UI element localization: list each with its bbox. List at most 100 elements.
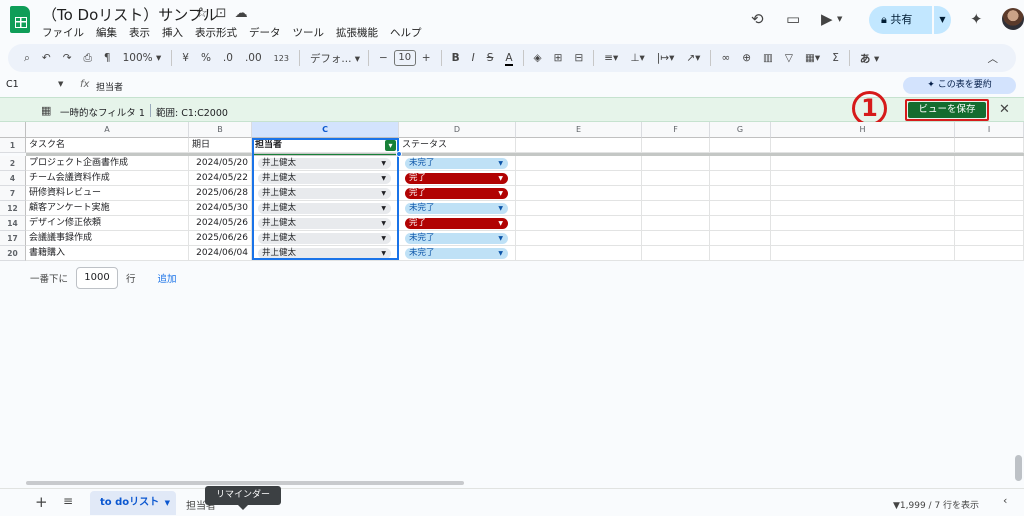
fill-color-icon[interactable]: ◈ — [528, 52, 548, 64]
status-chip[interactable]: 未完了 ▼ — [405, 203, 508, 214]
row-count-status[interactable]: ▼1,999 / 7 行を表示 — [893, 498, 979, 511]
column-header-c[interactable]: C — [252, 122, 399, 138]
chip-dropdown-icon[interactable]: ▼ — [498, 188, 503, 199]
sheets-logo-icon[interactable] — [10, 6, 30, 33]
table-cell[interactable] — [516, 216, 642, 231]
chip-dropdown-icon[interactable]: ▼ — [498, 233, 503, 244]
italic-icon[interactable]: I — [466, 52, 481, 64]
table-cell[interactable] — [516, 246, 642, 261]
table-cell[interactable]: 井上健太 ▼ — [252, 186, 399, 201]
table-cell[interactable]: 2024/05/22 — [189, 171, 252, 186]
table-cell[interactable]: 顧客アンケート実施 — [26, 201, 189, 216]
table-cell[interactable]: 完了 ▼ — [399, 186, 516, 201]
cloud-status-icon[interactable]: ☁ — [235, 6, 248, 21]
select-all-corner[interactable] — [0, 122, 26, 138]
cell-b1[interactable]: 期日 — [189, 138, 252, 153]
owner-chip[interactable]: 井上健太 ▼ — [258, 173, 391, 184]
status-chip[interactable]: 完了 ▼ — [405, 188, 508, 199]
font-family-select[interactable]: デフォ... ▾ — [304, 51, 364, 66]
table-cell[interactable]: 井上健太 ▼ — [252, 201, 399, 216]
table-cell[interactable] — [771, 201, 955, 216]
meet-icon[interactable]: ▶ — [821, 10, 833, 28]
cell-d1[interactable]: ステータス — [399, 138, 516, 153]
table-cell[interactable] — [642, 201, 710, 216]
filter-range[interactable]: 範囲: C1:C2000 — [150, 104, 228, 119]
sheet-tab-dropdown-icon[interactable]: ▼ — [165, 491, 170, 515]
table-cell[interactable] — [642, 231, 710, 246]
chip-dropdown-icon[interactable]: ▼ — [381, 248, 386, 259]
table-cell[interactable]: チーム会議資料作成 — [26, 171, 189, 186]
vertical-align-icon[interactable]: ⊥▾ — [624, 52, 650, 64]
table-cell[interactable] — [771, 186, 955, 201]
table-cell[interactable] — [642, 186, 710, 201]
vertical-scrollbar[interactable] — [1015, 455, 1022, 481]
table-cell[interactable] — [516, 156, 642, 171]
history-icon[interactable]: ⟲ — [751, 10, 764, 28]
add-sheet-icon[interactable]: + — [35, 493, 48, 511]
table-cell[interactable] — [955, 186, 1024, 201]
status-chip[interactable]: 未完了 ▼ — [405, 248, 508, 259]
table-cell[interactable]: 研修資料レビュー — [26, 186, 189, 201]
table-cell[interactable] — [642, 216, 710, 231]
table-cell[interactable]: 2025/06/26 — [189, 231, 252, 246]
owner-chip[interactable]: 井上健太 ▼ — [258, 218, 391, 229]
merge-cells-icon[interactable]: ⊟ — [568, 52, 589, 64]
table-cell[interactable] — [771, 156, 955, 171]
row-header[interactable]: 17 — [0, 231, 26, 246]
chip-dropdown-icon[interactable]: ▼ — [498, 158, 503, 169]
increase-decimal-button[interactable]: .00 — [239, 52, 268, 64]
row-header[interactable]: 4 — [0, 171, 26, 186]
column-header-g[interactable]: G — [710, 122, 771, 138]
zoom-select[interactable]: 100% ▾ — [117, 52, 168, 64]
text-color-icon[interactable]: A — [499, 52, 518, 66]
filter-icon[interactable]: ▽ — [779, 52, 799, 64]
bold-icon[interactable]: B — [446, 52, 466, 64]
table-cell[interactable] — [710, 156, 771, 171]
column-filter-icon[interactable]: ▾ — [385, 140, 396, 151]
meet-dropdown-icon[interactable]: ▼ — [837, 15, 842, 23]
cell-h1[interactable] — [771, 138, 955, 153]
chip-dropdown-icon[interactable]: ▼ — [498, 173, 503, 184]
horizontal-scrollbar[interactable] — [26, 481, 464, 485]
table-cell[interactable] — [710, 201, 771, 216]
filter-views-icon[interactable]: ▦▾ — [799, 52, 826, 64]
table-cell[interactable]: 井上健太 ▼ — [252, 216, 399, 231]
star-icon[interactable]: ☆ — [196, 6, 208, 21]
cell-e1[interactable] — [516, 138, 642, 153]
cell-g1[interactable] — [710, 138, 771, 153]
menu-insert[interactable]: 挿入 — [162, 25, 183, 40]
add-rows-count-input[interactable]: 1000 — [76, 267, 119, 289]
chip-dropdown-icon[interactable]: ▼ — [381, 158, 386, 169]
table-cell[interactable]: 未完了 ▼ — [399, 156, 516, 171]
table-cell[interactable]: 未完了 ▼ — [399, 246, 516, 261]
table-cell[interactable] — [642, 171, 710, 186]
table-cell[interactable]: 2025/06/28 — [189, 186, 252, 201]
table-cell[interactable]: 井上健太 ▼ — [252, 231, 399, 246]
table-cell[interactable] — [516, 201, 642, 216]
menu-help[interactable]: ヘルプ — [390, 25, 422, 40]
chip-dropdown-icon[interactable]: ▼ — [381, 188, 386, 199]
chip-dropdown-icon[interactable]: ▼ — [498, 203, 503, 214]
close-filter-icon[interactable]: ✕ — [999, 102, 1010, 117]
summarize-table-button[interactable]: ✦ この表を要約 — [903, 77, 1016, 94]
table-cell[interactable]: 井上健太 ▼ — [252, 246, 399, 261]
text-wrap-icon[interactable]: |↦▾ — [651, 52, 681, 64]
cell-a1[interactable]: タスク名 — [26, 138, 189, 153]
column-header-a[interactable]: A — [26, 122, 189, 138]
menu-view[interactable]: 表示 — [129, 25, 150, 40]
decrease-decimal-button[interactable]: .0 — [217, 52, 239, 64]
row-header[interactable]: 14 — [0, 216, 26, 231]
owner-chip[interactable]: 井上健太 ▼ — [258, 188, 391, 199]
chip-dropdown-icon[interactable]: ▼ — [498, 218, 503, 229]
save-view-button[interactable]: ビューを保存 — [908, 102, 986, 118]
number-format-button[interactable]: 123 — [268, 54, 295, 63]
cell-i1[interactable] — [955, 138, 1024, 153]
chip-dropdown-icon[interactable]: ▼ — [381, 218, 386, 229]
row-header[interactable]: 12 — [0, 201, 26, 216]
input-tools-select[interactable]: あ ▾ — [854, 51, 885, 66]
comment-icon[interactable]: ▭ — [786, 10, 800, 28]
chip-dropdown-icon[interactable]: ▼ — [498, 248, 503, 259]
table-cell[interactable]: 2024/05/26 — [189, 216, 252, 231]
paint-format-icon[interactable]: ¶ — [98, 52, 117, 64]
font-size-input[interactable]: 10 — [393, 50, 416, 66]
